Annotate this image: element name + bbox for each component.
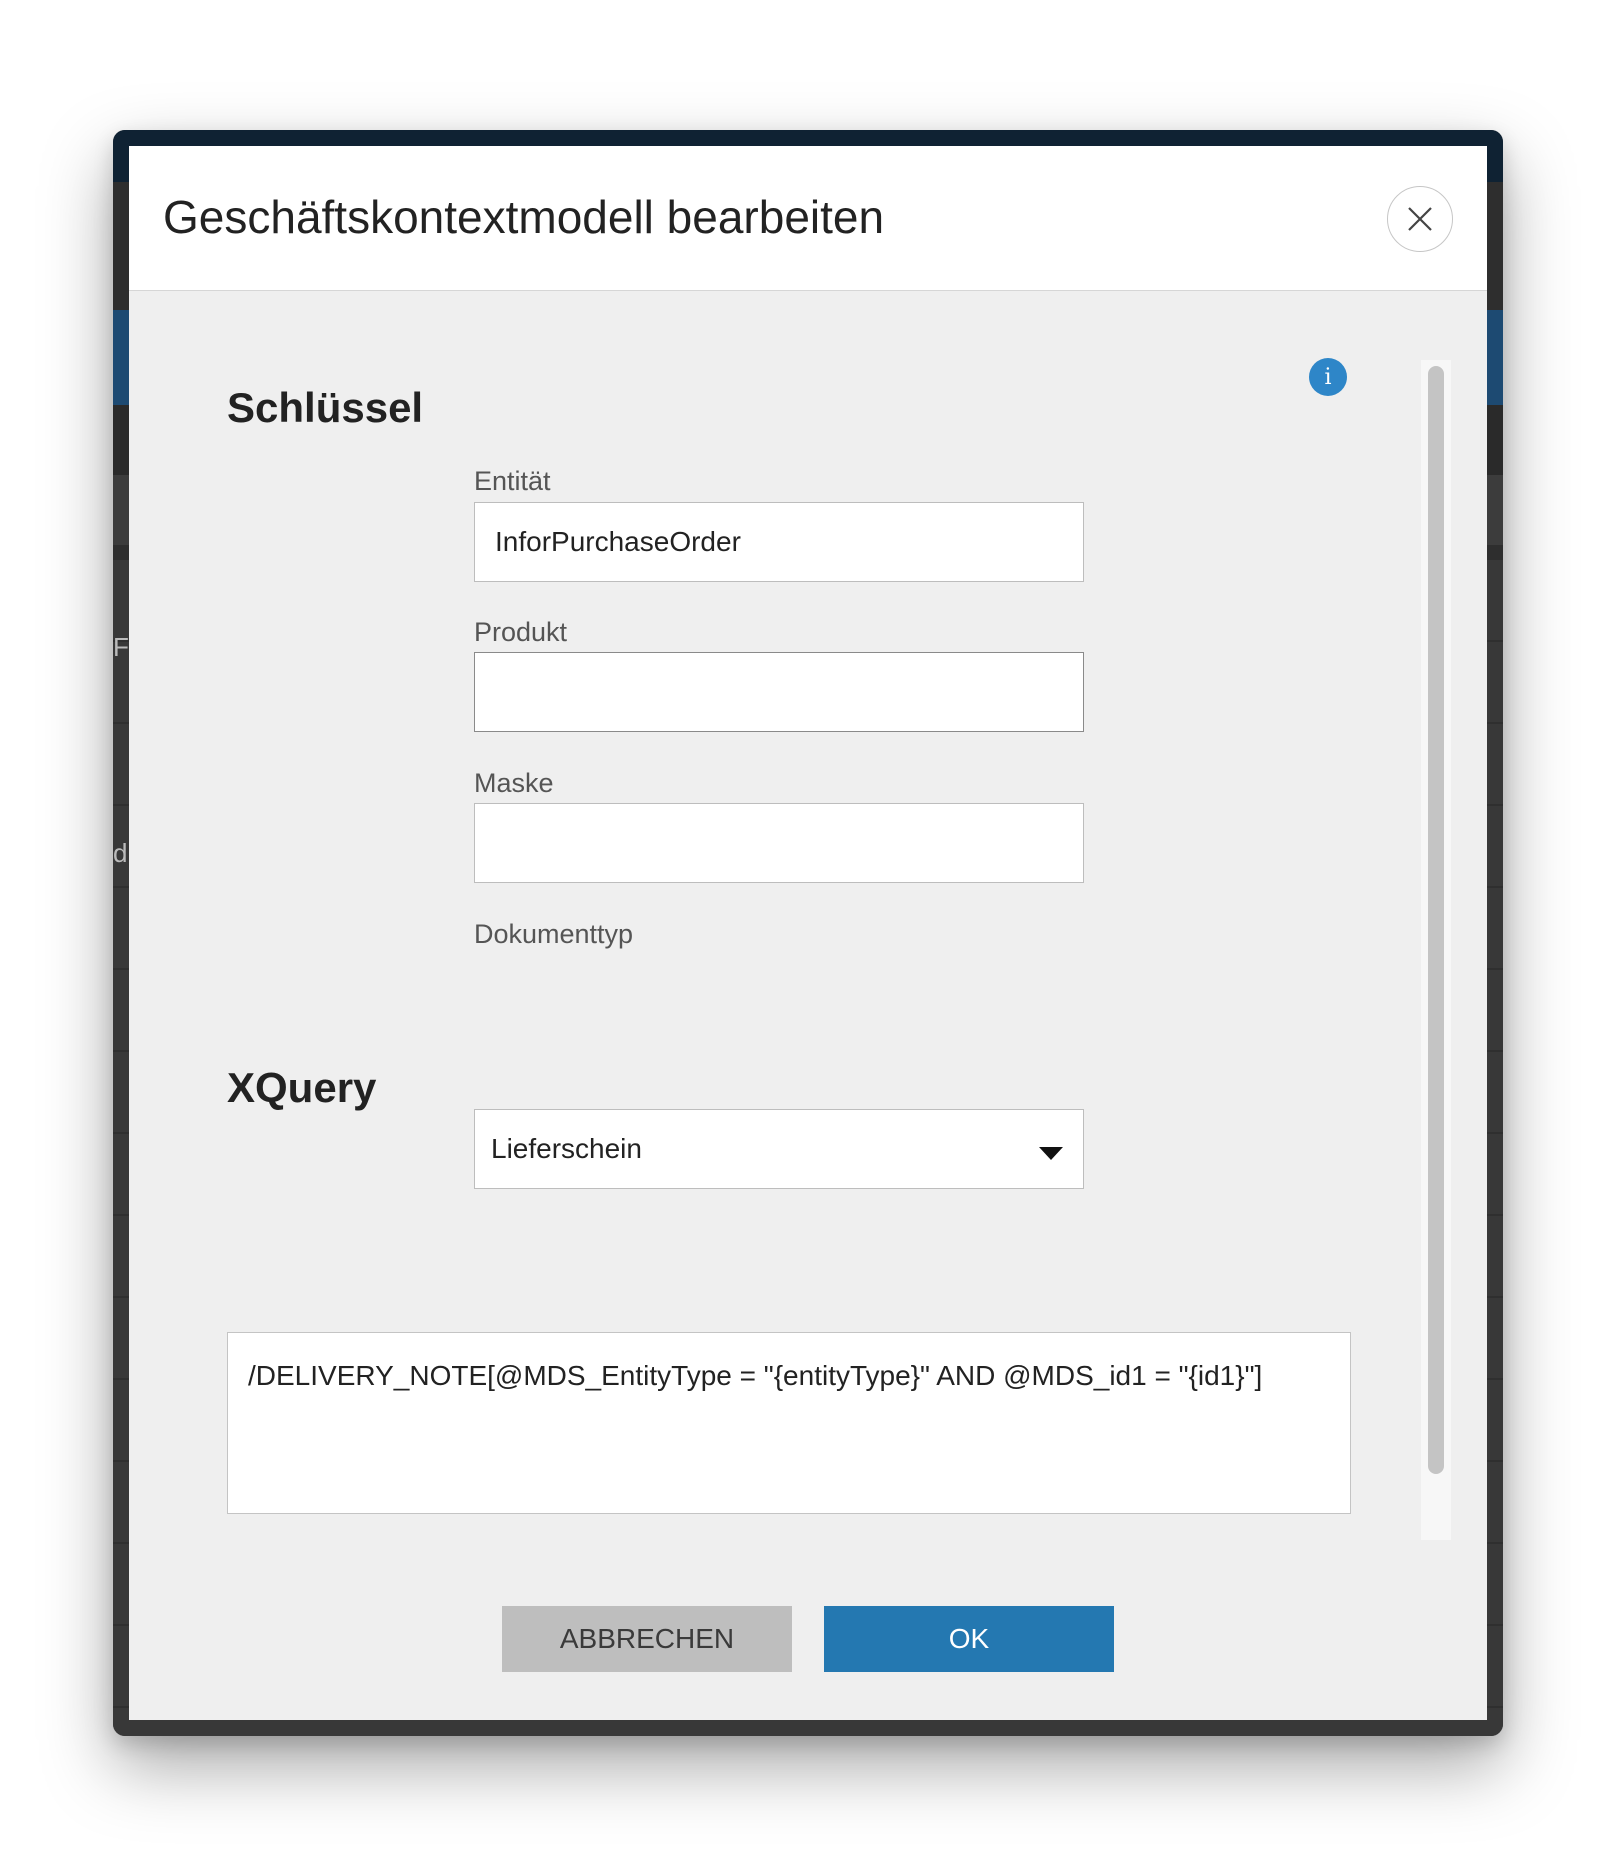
cancel-button[interactable]: ABBRECHEN	[502, 1606, 792, 1672]
section-title-key: Schlüssel	[227, 384, 424, 431]
entity-label: Entität	[474, 466, 551, 496]
xquery-textarea[interactable]: /DELIVERY_NOTE[@MDS_EntityType = "{entit…	[227, 1332, 1351, 1514]
chevron-down-icon	[1039, 1147, 1063, 1160]
doctype-selected-value: Lieferschein	[491, 1133, 642, 1164]
ok-button[interactable]: OK	[824, 1606, 1114, 1672]
dialog-header: Geschäftskontextmodell bearbeiten	[129, 146, 1487, 291]
product-input[interactable]	[474, 652, 1084, 732]
dialog-title: Geschäftskontextmodell bearbeiten	[163, 191, 885, 243]
doctype-select[interactable]: Lieferschein	[474, 1109, 1084, 1189]
scrollbar-thumb[interactable]	[1428, 366, 1444, 1474]
mask-input[interactable]	[474, 803, 1084, 883]
close-button[interactable]	[1387, 186, 1453, 252]
background-peek-text: d	[113, 838, 128, 868]
info-icon[interactable]: i	[1309, 358, 1347, 396]
product-label: Produkt	[474, 617, 568, 647]
edit-business-context-dialog: Geschäftskontextmodell bearbeiten i Schl…	[129, 146, 1487, 1720]
doctype-label: Dokumenttyp	[474, 919, 634, 949]
app-window: Fi d Geschäftskontextmodell bearbeiten i…	[113, 130, 1503, 1736]
dialog-scrollbar[interactable]	[1421, 360, 1451, 1540]
entity-input[interactable]	[474, 502, 1084, 582]
close-icon	[1408, 207, 1432, 231]
mask-label: Maske	[474, 768, 554, 798]
section-title-xquery: XQuery	[227, 1064, 377, 1111]
